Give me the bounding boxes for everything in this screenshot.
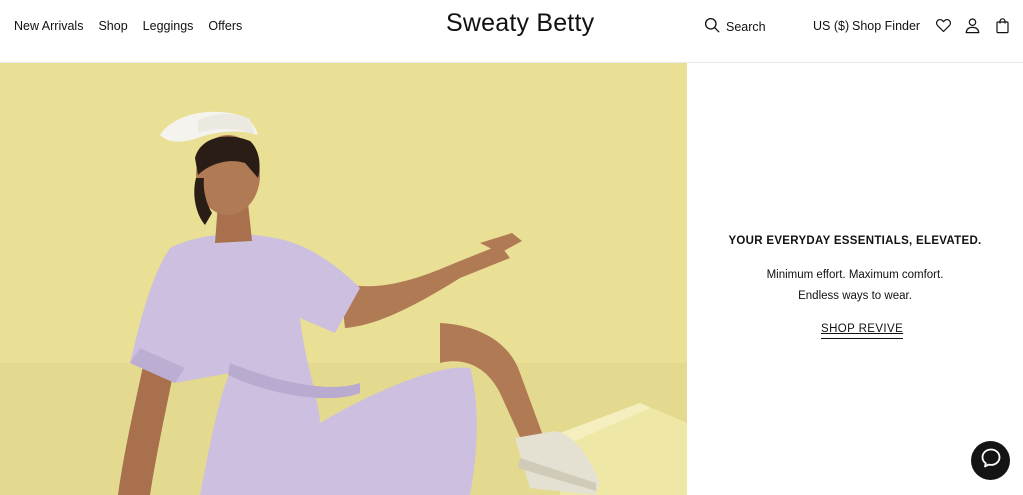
heart-icon[interactable] [935, 17, 952, 34]
bag-icon[interactable] [994, 17, 1011, 34]
promo-panel: YOUR EVERYDAY ESSENTIALS, ELEVATED. Mini… [687, 63, 1023, 495]
brand-logo[interactable]: Sweaty Betty [446, 9, 594, 38]
user-icon[interactable] [964, 17, 981, 34]
shop-finder-link[interactable]: Shop Finder [852, 19, 920, 33]
chat-button[interactable] [971, 441, 1010, 480]
chat-icon [980, 447, 1002, 474]
search-label: Search [726, 19, 766, 34]
hero-illustration [0, 63, 687, 495]
search-icon [704, 17, 720, 36]
search-button[interactable]: Search [704, 17, 766, 36]
shop-revive-link[interactable]: SHOP REVIVE [821, 323, 904, 339]
promo-title: YOUR EVERYDAY ESSENTIALS, ELEVATED. [728, 235, 982, 247]
nav-offers[interactable]: Offers [208, 19, 242, 33]
site-header: New Arrivals Shop Leggings Offers Sweaty… [0, 0, 1023, 63]
nav-leggings[interactable]: Leggings [143, 19, 194, 33]
currency-selector[interactable]: US ($) [813, 19, 849, 33]
hero-image[interactable] [0, 63, 687, 495]
nav-new-arrivals[interactable]: New Arrivals [14, 19, 83, 33]
promo-subtitle-line-1: Minimum effort. Maximum comfort. [766, 269, 944, 281]
nav-shop[interactable]: Shop [98, 19, 127, 33]
main-nav: New Arrivals Shop Leggings Offers [14, 0, 257, 52]
promo-subtitle-line-2: Endless ways to wear. [798, 290, 912, 302]
